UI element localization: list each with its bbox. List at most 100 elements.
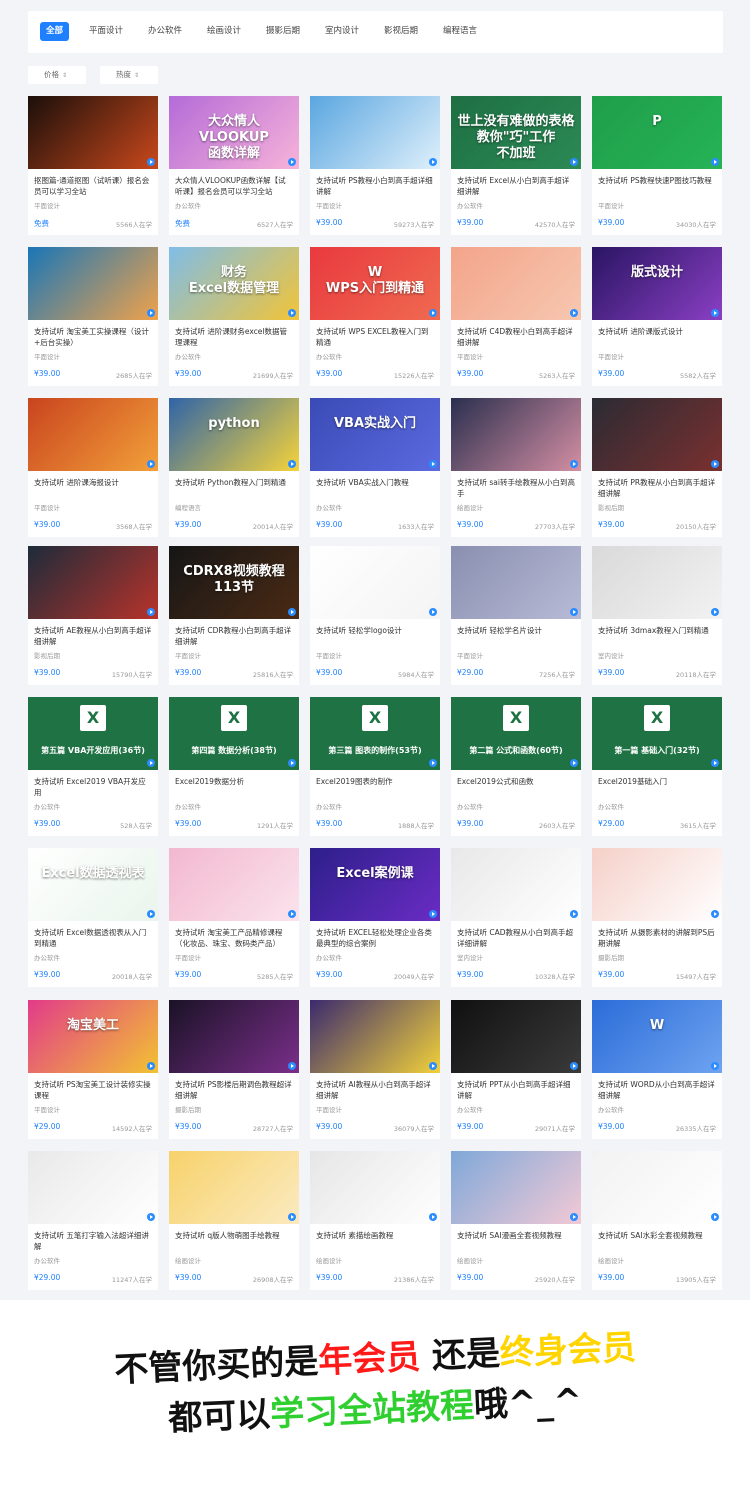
play-icon[interactable] [429,1213,437,1221]
course-card[interactable]: 支持试听 淘宝美工产品精修课程（化妆品、珠宝、数码类产品） 平面设计 ¥39.00 5… [169,848,299,987]
course-thumbnail: Excel数据透视表 [28,848,158,921]
course-category: 绘画设计 [175,1257,201,1265]
play-icon[interactable] [570,608,578,616]
nav-tab-6[interactable]: 影视后期 [384,22,418,41]
popularity-filter[interactable]: 热度 ⇕ [100,66,158,84]
play-icon[interactable] [570,759,578,767]
course-card[interactable]: X 第二篇 公式和函数(60节) Excel2019公式和函数 办公软件 ¥39.00 2… [451,697,581,836]
course-card[interactable]: 支持试听 五笔打字输入法超详细讲解 办公软件 ¥29.00 11247人在学 [28,1151,158,1290]
play-icon[interactable] [147,460,155,468]
play-icon[interactable] [147,910,155,918]
course-category: 办公软件 [316,353,342,361]
play-icon[interactable] [288,608,296,616]
course-card[interactable]: P 支持试听 PS教程快速P图技巧教程 平面设计 ¥39.00 34030人在学 [592,96,722,235]
course-card[interactable]: 支持试听 轻松学名片设计 平面设计 ¥29.00 7256人在学 [451,546,581,685]
course-card[interactable]: 支持试听 CAD教程从小白到高手超详细讲解 室内设计 ¥39.00 10328人在学 [451,848,581,987]
course-card[interactable]: 支持试听 进阶课海报设计 平面设计 ¥39.00 3568人在学 [28,398,158,537]
play-icon[interactable] [288,1213,296,1221]
course-card[interactable]: 支持试听 SAI漫画全套视频教程 绘画设计 ¥39.00 25920人在学 [451,1151,581,1290]
course-card[interactable]: 支持试听 轻松学logo设计 平面设计 ¥39.00 5984人在学 [310,546,440,685]
play-icon[interactable] [570,1213,578,1221]
play-icon[interactable] [711,158,719,166]
play-icon[interactable] [570,460,578,468]
course-card[interactable]: 支持试听 PPT从小白到高手超详细讲解 办公软件 ¥39.00 29071人在学 [451,1000,581,1139]
play-icon[interactable] [288,759,296,767]
nav-tab-7[interactable]: 编程语言 [443,22,477,41]
play-icon[interactable] [711,910,719,918]
course-card[interactable]: 财务 Excel数据管理 支持试听 进阶课财务excel数据管理课程 办公软件 ¥39… [169,247,299,386]
play-icon[interactable] [429,309,437,317]
price-filter[interactable]: 价格 ⇕ [28,66,86,84]
play-icon[interactable] [147,1213,155,1221]
course-price: ¥39.00 [598,668,625,677]
play-icon[interactable] [429,1062,437,1070]
nav-tab-1[interactable]: 平面设计 [89,22,123,41]
play-icon[interactable] [711,460,719,468]
course-card[interactable]: 支持试听 C4D教程小白到高手超详细讲解 平面设计 ¥39.00 5263人在学 [451,247,581,386]
course-card[interactable]: 支持试听 3dmax教程入门到精通 室内设计 ¥39.00 20118人在学 [592,546,722,685]
play-icon[interactable] [570,1062,578,1070]
course-card[interactable]: 支持试听 素描绘画教程 绘画设计 ¥39.00 21386人在学 [310,1151,440,1290]
course-card[interactable]: 淘宝美工 支持试听 PS淘宝美工设计装修实操课程 平面设计 ¥29.00 14592人在… [28,1000,158,1139]
play-icon[interactable] [429,910,437,918]
course-card[interactable]: 支持试听 AE教程从小白到高手超详细讲解 影视后期 ¥39.00 15790人在学 [28,546,158,685]
course-card[interactable]: 支持试听 q版人物萌图手绘教程 绘画设计 ¥39.00 26908人在学 [169,1151,299,1290]
course-card[interactable]: 世上没有难做的表格 教你"巧"工作 不加班 支持试听 Excel从小白到高手超详细… [451,96,581,235]
course-card[interactable]: X 第一篇 基础入门(32节) Excel2019基础入门 办公软件 ¥29.00 361… [592,697,722,836]
play-icon[interactable] [288,309,296,317]
course-card[interactable]: X 第五篇 VBA开发应用(36节) 支持试听 Excel2019 VBA开发应用办… [28,697,158,836]
course-card[interactable]: 支持试听 PS影楼后期调色教程超详细讲解 摄影后期 ¥39.00 28727人在学 [169,1000,299,1139]
nav-tab-3[interactable]: 绘画设计 [207,22,241,41]
play-icon[interactable] [288,910,296,918]
play-icon[interactable] [429,759,437,767]
course-thumbnail [169,1000,299,1073]
play-icon[interactable] [570,158,578,166]
play-icon[interactable] [429,608,437,616]
course-card[interactable]: Excel案例课 支持试听 EXCEL轻松处理企业各类最典型的综合案例 办公软件 ¥3… [310,848,440,987]
play-icon[interactable] [711,608,719,616]
play-icon[interactable] [429,460,437,468]
nav-tab-0[interactable]: 全部 [40,22,70,41]
course-card[interactable]: W WPS入门到精通 支持试听 WPS EXCEL教程入门到精通 办公软件 ¥39.0… [310,247,440,386]
play-icon[interactable] [147,759,155,767]
course-card[interactable]: 支持试听 AI教程从小白到高手超详细讲解 平面设计 ¥39.00 36079人在学 [310,1000,440,1139]
course-card[interactable]: 支持试听 sai转手绘教程从小白到高手 绘画设计 ¥39.00 27703人在学 [451,398,581,537]
play-icon[interactable] [711,1213,719,1221]
course-card[interactable]: X 第三篇 图表的制作(53节) Excel2019图表的制作 办公软件 ¥39.00 1… [310,697,440,836]
course-card[interactable]: Excel数据透视表 支持试听 Excel数据透视表从入门到精通 办公软件 ¥39.0… [28,848,158,987]
nav-tab-2[interactable]: 办公软件 [148,22,182,41]
course-card[interactable]: VBA实战入门 支持试听 VBA实战入门教程 办公软件 ¥39.00 1633人在学 [310,398,440,537]
course-title: 抠图篇-通道抠图（试听课）报名会员可以学习全站 [34,176,150,196]
course-card[interactable]: python 支持试听 Python教程入门到精通 编程语言 ¥39.00 20014人… [169,398,299,537]
nav-tab-5[interactable]: 室内设计 [325,22,359,41]
course-thumbnail [451,247,581,320]
play-icon[interactable] [570,910,578,918]
play-icon[interactable] [570,309,578,317]
nav-tab-4[interactable]: 摄影后期 [266,22,300,41]
course-card[interactable]: 大众情人 VLOOKUP 函数详解 大众情人VLOOKUP函数详解【试听课】报名会… [169,96,299,235]
play-icon[interactable] [429,158,437,166]
thumbnail-caption: 第五篇 VBA开发应用(36节) [41,746,145,755]
play-icon[interactable] [711,1062,719,1070]
play-icon[interactable] [288,158,296,166]
course-card[interactable]: 支持试听 SAI水彩全套视频教程 绘画设计 ¥39.00 13905人在学 [592,1151,722,1290]
course-card[interactable]: W 支持试听 WORD从小白到高手超详细讲解 办公软件 ¥39.00 26335人在学 [592,1000,722,1139]
play-icon[interactable] [147,309,155,317]
course-card[interactable]: 版式设计 支持试听 进阶课版式设计 平面设计 ¥39.00 5582人在学 [592,247,722,386]
play-icon[interactable] [711,309,719,317]
play-icon[interactable] [711,759,719,767]
play-icon[interactable] [288,460,296,468]
course-title: 支持试听 VBA实战入门教程 [316,478,409,487]
course-card[interactable]: 支持试听 PR教程从小白到高手超详细讲解 影视后期 ¥39.00 20150人在学 [592,398,722,537]
play-icon[interactable] [288,1062,296,1070]
course-card[interactable]: CDRX8视频教程113节 支持试听 CDR教程小白到高手超详细讲解 平面设计 ¥39… [169,546,299,685]
course-thumbnail [169,1151,299,1224]
course-card[interactable]: 支持试听 PS教程小白到高手超详细讲解 平面设计 ¥39.00 59273人在学 [310,96,440,235]
course-card[interactable]: 抠图篇-通道抠图（试听课）报名会员可以学习全站 平面设计 免费 5566人在学 [28,96,158,235]
play-icon[interactable] [147,158,155,166]
play-icon[interactable] [147,608,155,616]
course-card[interactable]: 支持试听 从摄影素材的讲解到PS后期讲解 摄影后期 ¥39.00 15497人在学 [592,848,722,987]
course-card[interactable]: 支持试听 淘宝美工实操课程（设计+后台实操） 平面设计 ¥39.00 2685人在学 [28,247,158,386]
course-card[interactable]: X 第四篇 数据分析(38节) Excel2019数据分析 办公软件 ¥39.00 129… [169,697,299,836]
play-icon[interactable] [147,1062,155,1070]
